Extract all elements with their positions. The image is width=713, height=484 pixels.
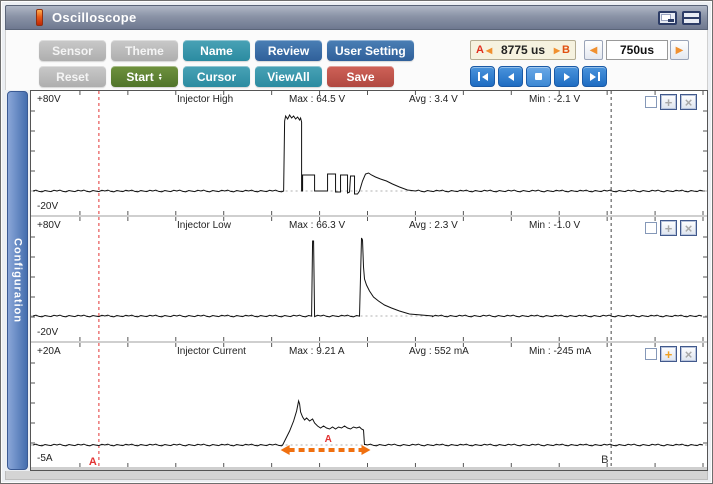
channel-title: Injector High	[177, 94, 233, 105]
b-right-arrow-icon: ▶	[554, 46, 560, 55]
max-value: Max : 9.21 A	[289, 346, 345, 357]
range-bottom-label: -20V	[37, 201, 58, 212]
close-channel-button[interactable]: ×	[680, 220, 697, 236]
channel-2-plot[interactable]	[31, 217, 707, 341]
channel-checkbox[interactable]	[645, 96, 657, 108]
screen-capture-icon[interactable]	[658, 11, 677, 25]
bar-icon	[478, 72, 480, 81]
playback-skip-end-button[interactable]	[582, 66, 607, 87]
left-arrow-icon: ◀	[590, 45, 598, 56]
review-button[interactable]: Review	[255, 40, 322, 61]
svg-text:B: B	[601, 454, 608, 466]
svg-text:A: A	[89, 456, 97, 467]
min-value: Min : -2.1 V	[529, 94, 580, 105]
right-arrow-icon: ▶	[676, 45, 684, 56]
max-value: Max : 66.3 V	[289, 220, 345, 231]
title-bar: Oscilloscope	[5, 5, 708, 30]
sidebar-tab-label: Configuration	[12, 238, 24, 323]
range-top-label: +80V	[37, 220, 61, 231]
window-bottom-frame	[5, 471, 708, 480]
plot-region: Configuration +80V Injector High Max : 6…	[5, 90, 708, 471]
playback-step-forward-button[interactable]	[554, 66, 579, 87]
toolbar-row-1: Sensor Theme Name Review User Setting	[39, 40, 414, 61]
channel-controls: + ×	[645, 94, 697, 110]
playback-skip-start-button[interactable]	[470, 66, 495, 87]
channel-stack: +80V Injector High Max : 64.5 V Avg : 3.…	[30, 90, 708, 471]
theme-button[interactable]: Theme	[111, 40, 178, 61]
reset-button[interactable]: Reset	[39, 66, 106, 87]
start-button[interactable]: Start ▲▼	[111, 66, 178, 87]
range-bottom-label: -5A	[37, 453, 53, 464]
tile-layout-icon[interactable]	[682, 11, 701, 25]
zoom-plus-button[interactable]: +	[660, 346, 677, 362]
avg-value: Avg : 3.4 V	[409, 94, 458, 105]
window-title: Oscilloscope	[52, 10, 653, 25]
cursor-button[interactable]: Cursor	[183, 66, 250, 87]
channel-controls: + ×	[645, 220, 697, 236]
save-button[interactable]: Save	[327, 66, 394, 87]
channel-injector-high: +80V Injector High Max : 64.5 V Avg : 3.…	[31, 91, 707, 215]
timebase-value[interactable]: 750us	[606, 40, 668, 60]
triangle-right-icon	[590, 73, 596, 81]
cursor-b-label: B	[562, 44, 570, 56]
start-button-label: Start	[126, 70, 153, 84]
bar-icon	[598, 72, 600, 81]
max-value: Max : 64.5 V	[289, 94, 345, 105]
zoom-plus-button[interactable]: +	[660, 94, 677, 110]
range-top-label: +80V	[37, 94, 61, 105]
user-setting-button[interactable]: User Setting	[327, 40, 414, 61]
sidebar-tab-configuration[interactable]: Configuration	[7, 91, 28, 470]
ab-time-readout: A ◀ 8775 us ▶ B	[470, 40, 576, 60]
stop-icon	[535, 73, 542, 80]
triangle-right-icon	[564, 73, 570, 81]
channel-injector-low: +80V Injector Low Max : 66.3 V Avg : 2.3…	[31, 217, 707, 341]
avg-value: Avg : 552 mA	[409, 346, 469, 357]
triangle-left-icon	[508, 73, 514, 81]
app-window: Oscilloscope Sensor Theme Name Review Us…	[0, 0, 713, 484]
min-value: Min : -1.0 V	[529, 220, 580, 231]
playback-step-back-button[interactable]	[498, 66, 523, 87]
ab-delta-value: 8775 us	[494, 43, 552, 57]
min-value: Min : -245 mA	[529, 346, 591, 357]
close-channel-button[interactable]: ×	[680, 346, 697, 362]
playback-stop-button[interactable]	[526, 66, 551, 87]
channel-3-plot[interactable]: A A B	[31, 343, 707, 467]
timebase-next-button[interactable]: ▶	[670, 40, 689, 60]
timebase-prev-button[interactable]: ◀	[584, 40, 603, 60]
svg-text:A: A	[325, 434, 332, 445]
viewall-button[interactable]: ViewAll	[255, 66, 322, 87]
app-icon	[36, 9, 43, 26]
triangle-left-icon	[482, 73, 488, 81]
close-channel-button[interactable]: ×	[680, 94, 697, 110]
channel-checkbox[interactable]	[645, 222, 657, 234]
range-bottom-label: -20V	[37, 327, 58, 338]
range-top-label: +20A	[37, 346, 61, 357]
channel-title: Injector Current	[177, 346, 246, 357]
channel-controls: + ×	[645, 346, 697, 362]
playback-controls	[470, 66, 607, 87]
zoom-plus-button[interactable]: +	[660, 220, 677, 236]
toolbar-row-2: Reset Start ▲▼ Cursor ViewAll Save	[39, 66, 394, 87]
a-left-arrow-icon: ◀	[486, 46, 492, 55]
sensor-button[interactable]: Sensor	[39, 40, 106, 61]
toolbar: Sensor Theme Name Review User Setting Re…	[5, 30, 708, 90]
avg-value: Avg : 2.3 V	[409, 220, 458, 231]
channel-injector-current: A A B +20A Injector Current Max : 9.21 A A…	[31, 343, 707, 467]
channel-1-plot[interactable]	[31, 91, 707, 215]
channel-checkbox[interactable]	[645, 348, 657, 360]
cursor-a-label: A	[476, 44, 484, 56]
channel-title: Injector Low	[177, 220, 231, 231]
sidebar: Configuration	[5, 90, 30, 471]
start-spinner-icon: ▲▼	[158, 73, 163, 81]
name-button[interactable]: Name	[183, 40, 250, 61]
